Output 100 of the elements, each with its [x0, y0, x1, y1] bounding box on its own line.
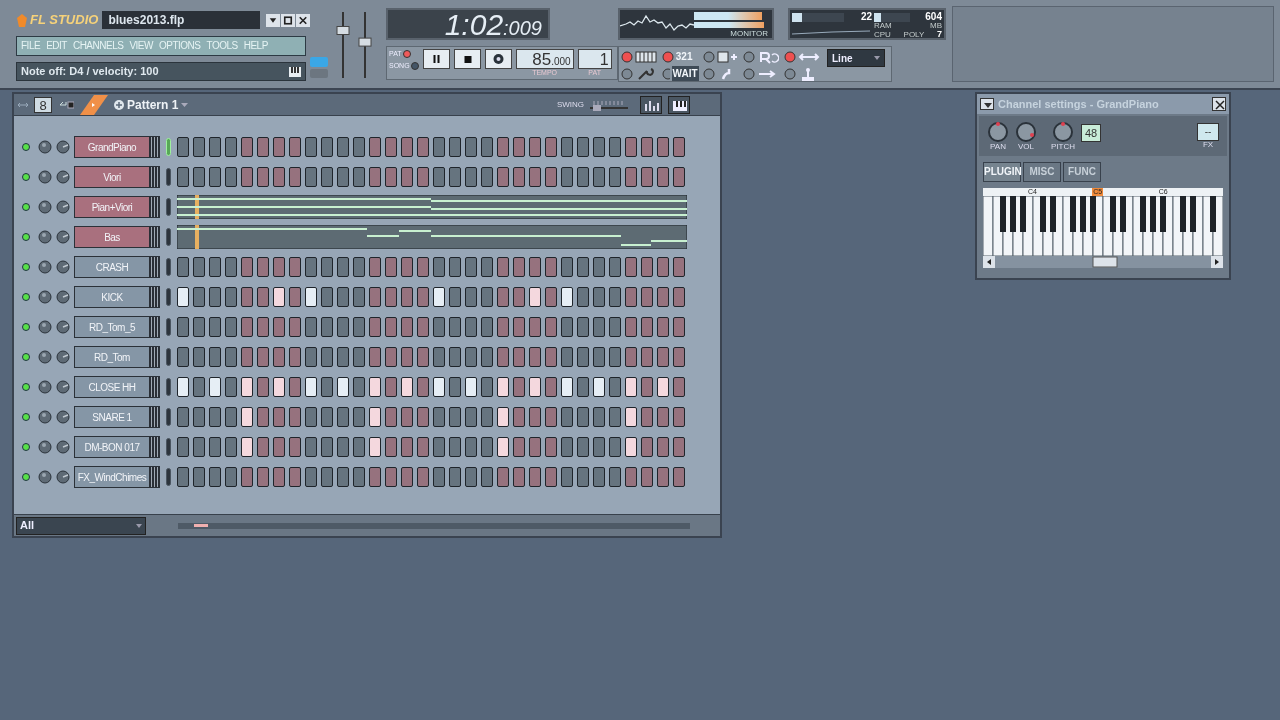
toggle-led-icon[interactable]	[702, 67, 715, 80]
mute-led-icon[interactable]	[22, 143, 30, 151]
step-button[interactable]	[625, 437, 637, 457]
mute-led-icon[interactable]	[22, 383, 30, 391]
filter-dropdown[interactable]: All	[16, 516, 146, 535]
step-button[interactable]	[561, 287, 573, 307]
mute-led-icon[interactable]	[22, 443, 30, 451]
channel-name-button[interactable]: RD_Tom_5	[74, 316, 160, 338]
window-menu-icon[interactable]	[266, 13, 280, 27]
toggle-label[interactable]: 321	[675, 49, 693, 64]
slider-thumb[interactable]	[593, 104, 601, 111]
step-button[interactable]	[273, 377, 285, 397]
channel-select-indicator[interactable]	[166, 378, 171, 396]
pan-knob[interactable]	[38, 140, 52, 154]
step-button[interactable]	[369, 377, 381, 397]
step-button[interactable]	[369, 437, 381, 457]
stop-button[interactable]	[453, 49, 481, 69]
toggle-label[interactable]: WAIT	[671, 66, 699, 81]
swing-slider[interactable]	[590, 98, 628, 111]
collapse-icon[interactable]	[980, 98, 994, 110]
channel-select-indicator[interactable]	[166, 468, 171, 486]
mute-led-icon[interactable]	[22, 293, 30, 301]
master-volume-slider[interactable]	[336, 10, 350, 80]
loop-icon[interactable]	[757, 49, 780, 64]
menu-item[interactable]: FILE	[21, 37, 41, 55]
toggle-led-icon[interactable]	[661, 67, 670, 80]
step-button[interactable]	[497, 377, 509, 397]
mode-led-icon[interactable]	[410, 61, 419, 70]
step-scroll-bar[interactable]	[178, 522, 690, 529]
step-button[interactable]	[401, 377, 413, 397]
toggle-led-icon[interactable]	[702, 50, 715, 63]
step-button[interactable]	[657, 377, 669, 397]
pan-knob[interactable]	[38, 230, 52, 244]
step-button[interactable]	[241, 407, 253, 427]
volume-knob[interactable]	[56, 170, 70, 184]
channel-name-button[interactable]: FX_WindChimes	[74, 466, 160, 488]
close-icon[interactable]	[296, 13, 310, 27]
channel-name-button[interactable]: DM-BON 017	[74, 436, 160, 458]
pan-knob[interactable]	[38, 260, 52, 274]
channel-name-button[interactable]: KICK	[74, 286, 160, 308]
mode-led-icon[interactable]	[402, 50, 411, 59]
toggle-led-icon[interactable]	[661, 50, 674, 63]
step-button[interactable]	[497, 437, 509, 457]
pan-knob[interactable]	[38, 410, 52, 424]
channel-name-button[interactable]: Viori	[74, 166, 160, 188]
keyboard-icon[interactable]	[635, 49, 657, 64]
fx-display[interactable]: --	[1197, 123, 1219, 141]
volume-knob[interactable]	[56, 470, 70, 484]
step-button[interactable]	[177, 287, 189, 307]
piano-roll-icon[interactable]	[668, 95, 690, 114]
volume-knob[interactable]	[56, 140, 70, 154]
pan-knob[interactable]	[38, 170, 52, 184]
settings-tab[interactable]: MISC	[1023, 162, 1061, 182]
step-button[interactable]	[177, 377, 189, 397]
target-slash-icon[interactable]	[80, 94, 108, 115]
channel-select-indicator[interactable]	[166, 228, 171, 246]
volume-knob[interactable]	[56, 200, 70, 214]
step-button[interactable]	[561, 377, 573, 397]
step-button[interactable]	[593, 377, 605, 397]
mute-led-icon[interactable]	[22, 203, 30, 211]
channel-name-button[interactable]: RD_Tom	[74, 346, 160, 368]
menu-item[interactable]: TOOLS	[206, 37, 238, 55]
channel-select-indicator[interactable]	[166, 258, 171, 276]
pan-knob[interactable]	[38, 470, 52, 484]
step-button[interactable]	[529, 377, 541, 397]
channel-select-indicator[interactable]	[166, 408, 171, 426]
volume-knob[interactable]	[56, 290, 70, 304]
volume-knob[interactable]	[56, 440, 70, 454]
toggle-led-icon[interactable]	[743, 67, 756, 80]
step-button[interactable]	[273, 287, 285, 307]
channel-name-button[interactable]: GrandPiano	[74, 136, 160, 158]
knob[interactable]	[1015, 121, 1037, 143]
channel-name-button[interactable]: Bas	[74, 226, 160, 248]
knob[interactable]	[987, 121, 1009, 143]
step-display[interactable]: 8	[34, 96, 52, 113]
step-button[interactable]	[497, 407, 509, 427]
toggle-led-icon[interactable]	[621, 67, 633, 80]
step-button[interactable]	[433, 287, 445, 307]
graph-editor-icon[interactable]	[640, 95, 662, 114]
volume-knob[interactable]	[56, 350, 70, 364]
settings-tab[interactable]: PLUGIN	[983, 162, 1021, 182]
pan-knob[interactable]	[38, 200, 52, 214]
channel-name-button[interactable]: Pian+Viori	[74, 196, 160, 218]
slider-thumb[interactable]	[336, 26, 350, 35]
toggle-led-icon[interactable]	[784, 67, 797, 80]
mute-led-icon[interactable]	[22, 233, 30, 241]
step-button[interactable]	[241, 377, 253, 397]
mute-led-icon[interactable]	[22, 263, 30, 271]
pause-button[interactable]	[422, 49, 450, 69]
pan-knob[interactable]	[38, 380, 52, 394]
maximize-icon[interactable]	[281, 13, 295, 27]
pitch-range-display[interactable]: 48	[1081, 124, 1101, 142]
menu-item[interactable]: OPTIONS	[158, 37, 201, 55]
step-button[interactable]	[529, 287, 541, 307]
toggle-led-icon[interactable]	[784, 50, 797, 63]
piano-plus-icon[interactable]	[716, 49, 739, 64]
slider-thumb[interactable]	[358, 37, 372, 47]
menu-item[interactable]: EDIT	[46, 37, 67, 55]
channel-select-indicator[interactable]	[166, 288, 171, 306]
step-button[interactable]	[625, 407, 637, 427]
